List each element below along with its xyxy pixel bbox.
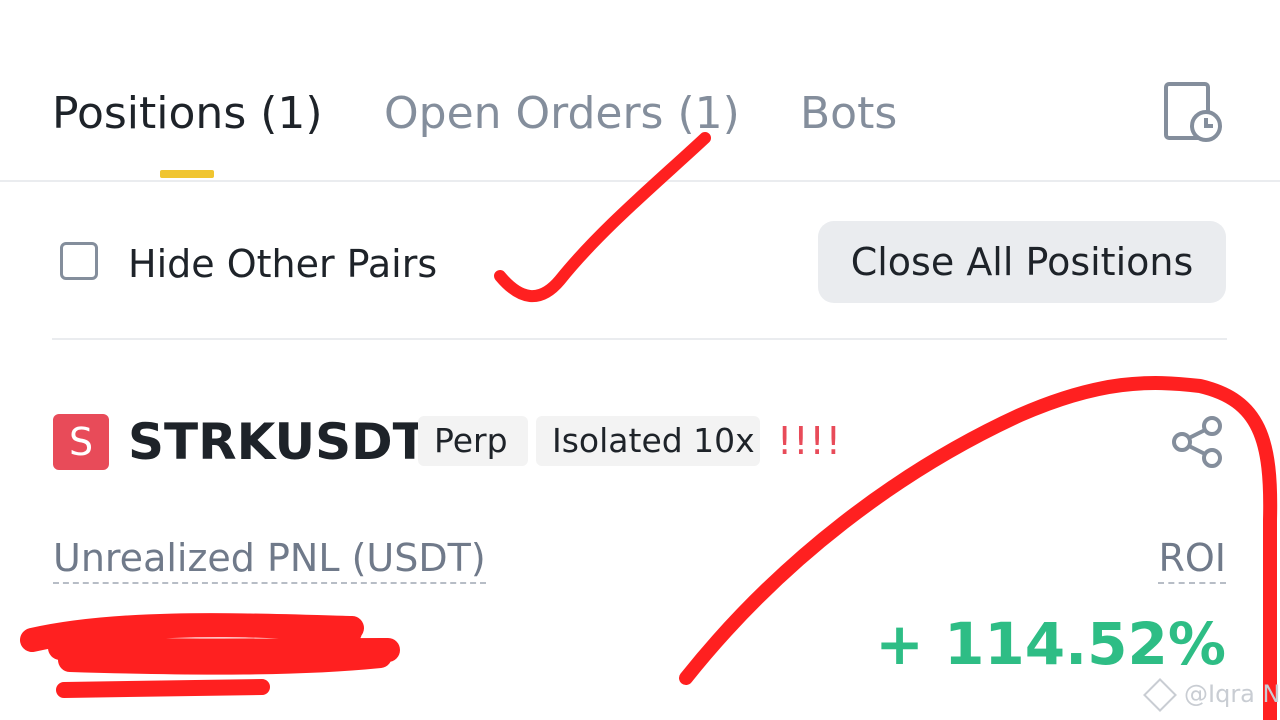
coin-icon-letter: S — [68, 420, 94, 464]
roi-label[interactable]: ROI — [1158, 534, 1226, 584]
roi-value: + 114.52% — [875, 610, 1226, 678]
binance-logo-icon — [1143, 678, 1177, 712]
margin-mode-badge[interactable]: Isolated 10x — [536, 416, 760, 466]
close-all-positions-button[interactable]: Close All Positions — [818, 221, 1226, 303]
tab-positions[interactable]: Positions (1) — [52, 86, 323, 142]
watermark-text: @Iqra N — [1184, 680, 1280, 708]
history-clock-icon[interactable] — [1160, 80, 1224, 144]
watermark: @Iqra N — [1143, 678, 1280, 712]
share-icon[interactable] — [1170, 414, 1226, 470]
coin-icon: S — [53, 414, 109, 470]
contract-type-badge: Perp — [418, 416, 528, 466]
tab-bots[interactable]: Bots — [800, 86, 897, 142]
hide-other-pairs-checkbox[interactable] — [60, 242, 98, 280]
active-tab-indicator — [160, 170, 214, 178]
unrealized-pnl-label[interactable]: Unrealized PNL (USDT) — [53, 534, 486, 584]
tab-divider — [0, 180, 1280, 182]
section-divider — [52, 338, 1227, 340]
risk-indicator: !!!! — [777, 419, 842, 463]
tab-open-orders[interactable]: Open Orders (1) — [384, 86, 740, 142]
hide-other-pairs-label[interactable]: Hide Other Pairs — [128, 240, 437, 288]
position-symbol[interactable]: STRKUSDT — [128, 410, 427, 474]
